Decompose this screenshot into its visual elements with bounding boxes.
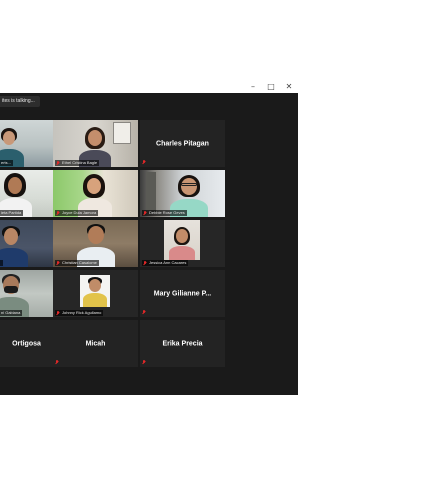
participant-tile[interactable]: Micah	[53, 320, 138, 367]
minimize-button[interactable]: –	[244, 80, 262, 93]
participant-name: Ortigosa	[12, 340, 41, 347]
participant-tile[interactable]: Erika Precia	[140, 320, 225, 367]
muted-mic-icon	[143, 260, 147, 266]
participant-name-label: Ethel Cristina Bagle	[55, 160, 100, 166]
maximize-icon: □	[267, 82, 275, 91]
muted-mic-icon	[142, 160, 146, 165]
maximize-button[interactable]: □	[262, 80, 280, 93]
participant-tile[interactable]: erts...	[0, 120, 53, 167]
participant-name-label	[0, 260, 3, 266]
participant-tile[interactable]	[0, 220, 53, 267]
participant-video	[0, 220, 53, 267]
participant-name-label: Debbie Rose Geves	[142, 210, 187, 216]
participant-tile[interactable]: ni Gabiana	[0, 270, 53, 317]
participant-name-label: Christian Casalome	[55, 260, 99, 266]
participant-tile[interactable]: ieta Partida	[0, 170, 53, 217]
participant-tile[interactable]: Johnny Rick Agullamo	[53, 270, 138, 317]
close-icon: ✕	[285, 82, 293, 91]
muted-mic-icon	[142, 360, 146, 365]
minimize-icon: –	[251, 82, 255, 91]
participant-tile[interactable]: Charles Pitagan	[140, 120, 225, 167]
participant-tile[interactable]: Debbie Rose Geves	[140, 170, 225, 217]
participant-name-label: ni Gabiana	[0, 310, 23, 316]
meeting-window: ites is talking... erts... Ethel Cristin…	[0, 93, 298, 395]
participant-name-label: Joyce Dula Jamora	[55, 210, 99, 216]
participant-name: Micah	[85, 340, 106, 347]
participant-name-label: Johnny Rick Agullamo	[55, 310, 104, 316]
participant-name: Mary Gilianne P...	[153, 290, 212, 297]
window-titlebar: – □ ✕	[0, 80, 298, 93]
participant-name: Charles Pitagan	[156, 140, 209, 147]
muted-mic-icon	[56, 210, 60, 216]
participant-tile[interactable]: Jessica Ann Cacares	[140, 220, 225, 267]
muted-mic-icon	[143, 210, 147, 216]
participant-tile[interactable]: Christian Casalome	[53, 220, 138, 267]
participant-name: Erika Precia	[162, 340, 203, 347]
participant-name-label: ieta Partida	[0, 210, 24, 216]
participant-tile[interactable]: Joyce Dula Jamora	[53, 170, 138, 217]
active-speaker-indicator: ites is talking...	[0, 96, 40, 107]
muted-mic-icon	[56, 260, 60, 266]
muted-mic-icon	[142, 310, 146, 315]
muted-mic-icon	[55, 360, 59, 365]
muted-mic-icon	[56, 310, 60, 316]
participant-tile[interactable]: Ortigosa	[0, 320, 53, 367]
participant-tile[interactable]: Mary Gilianne P...	[140, 270, 225, 317]
participant-name-label: erts...	[0, 160, 14, 166]
participant-name-label: Jessica Ann Cacares	[142, 260, 189, 266]
close-button[interactable]: ✕	[280, 80, 298, 93]
muted-mic-icon	[56, 160, 60, 166]
participant-tile[interactable]: Ethel Cristina Bagle	[53, 120, 138, 167]
